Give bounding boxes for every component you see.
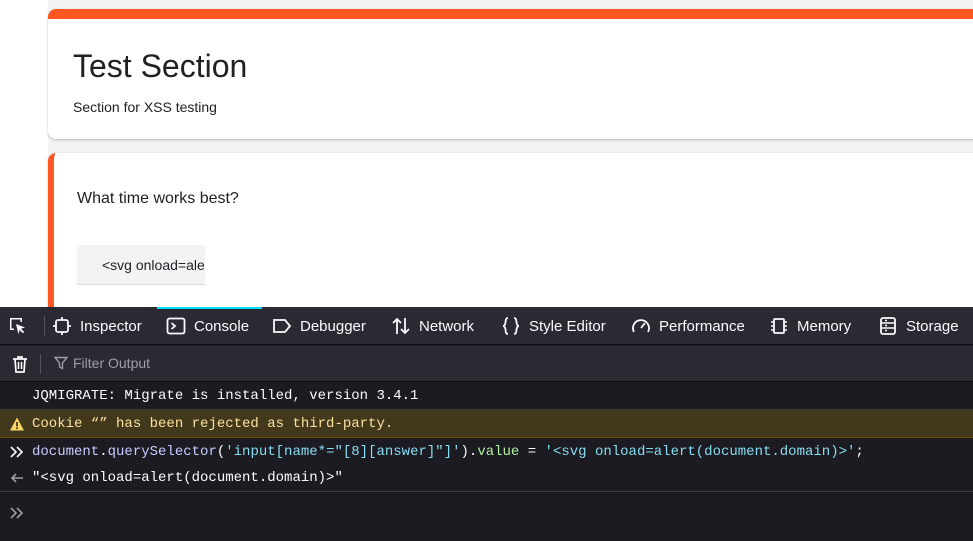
section-header-card: Test Section Section for XSS testing [48,9,973,139]
prompt-chevron-icon [9,505,25,521]
tab-storage[interactable]: Storage [878,307,959,345]
log-text: JQMIGRATE: Migrate is installed, version… [32,388,419,404]
tab-label: Style Editor [529,317,606,335]
code-semicolon: ; [855,443,864,460]
result-text: "<svg onload=alert(document.domain)>" [32,470,343,486]
code-property: value [477,443,520,460]
warning-text: Cookie “” has been rejected as third-par… [32,415,394,432]
inspector-icon [52,316,72,336]
section-description: Section for XSS testing [73,99,217,115]
performance-icon [631,316,651,336]
code-paren-close: ) [460,443,469,460]
tab-style-editor[interactable]: Style Editor [501,307,606,345]
code-value-string: '<svg onload=alert(document.domain)>' [544,443,856,460]
code-selector-string: 'input[name*="[8][answer]"]' [225,443,461,460]
style-editor-icon [501,316,521,336]
devtools-panel: Inspector Console Debugger Network Style [0,307,973,541]
memory-icon [769,316,789,336]
code-dot: . [99,443,108,460]
section-title: Test Section [73,48,248,84]
tab-separator [44,316,45,336]
console-warning-message: Cookie “” has been rejected as third-par… [0,410,973,438]
tab-label: Console [194,317,250,335]
tab-network[interactable]: Network [391,307,474,345]
console-input-message: document.querySelector('input[name*="[8]… [0,438,973,465]
element-picker-button[interactable] [8,307,36,345]
tab-label: Inspector [80,317,142,335]
question-title: What time works best? [77,190,239,207]
filter-output-input[interactable]: Filter Output [54,355,150,371]
tab-debugger[interactable]: Debugger [272,307,366,345]
filter-placeholder: Filter Output [73,355,151,371]
input-code: document.querySelector('input[name*="[8]… [32,444,864,460]
web-page: Test Section Section for XSS testing Wha… [0,0,973,307]
element-picker-icon [8,316,28,336]
page-margin [0,0,48,307]
console-log-message: JQMIGRATE: Migrate is installed, version… [0,383,973,410]
debugger-icon [272,316,292,336]
storage-icon [878,316,898,336]
console-result-message: "<svg onload=alert(document.domain)>" [0,465,973,492]
warning-icon [9,416,25,432]
console-icon [166,316,186,336]
tab-console[interactable]: Console [157,307,262,345]
question-card: What time works best? <svg onload=alert(… [48,153,973,307]
answer-input[interactable]: <svg onload=alert(document.domain)> [77,245,205,285]
network-icon [391,316,411,336]
toolbar-separator [40,354,41,374]
tab-memory[interactable]: Memory [769,307,851,345]
result-arrow-icon [9,470,25,486]
devtools-tabbar: Inspector Console Debugger Network Style [0,307,973,345]
trash-icon[interactable] [10,354,30,374]
code-assign: = [519,443,545,460]
console-toolbar: Filter Output [0,346,973,382]
tab-label: Debugger [300,317,366,335]
tab-label: Network [419,317,475,335]
code-method: querySelector [107,443,217,460]
tab-label: Memory [797,317,852,335]
tab-inspector[interactable]: Inspector [52,307,142,345]
tab-performance[interactable]: Performance [631,307,745,345]
tab-label: Storage [906,317,959,335]
tab-label: Performance [659,317,745,335]
code-object: document [32,443,100,460]
console-prompt-input[interactable] [0,493,973,533]
filter-icon [54,356,68,370]
input-chevron-icon [9,444,25,460]
console-output: JQMIGRATE: Migrate is installed, version… [0,383,973,541]
code-paren-open: ( [216,443,226,460]
